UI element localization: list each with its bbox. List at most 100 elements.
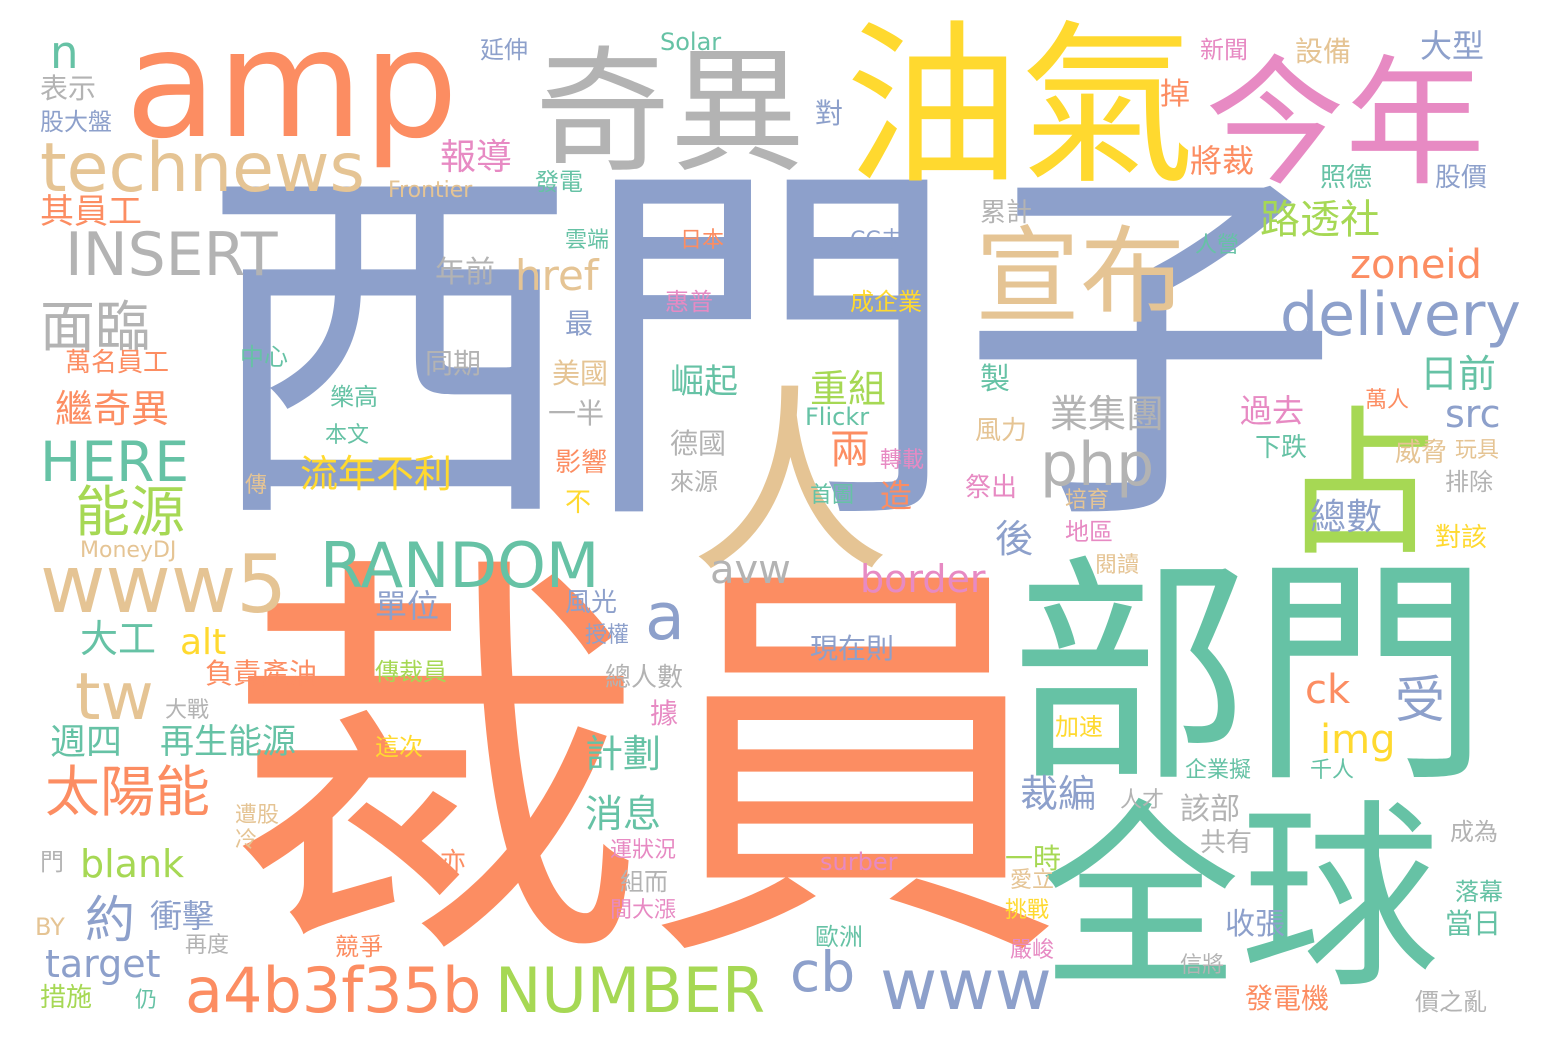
cloud-word: 業集團 [1050,392,1165,436]
cloud-word: 受 [1395,671,1445,729]
cloud-word: INSERT [65,220,278,290]
cloud-word: 再度 [185,933,230,958]
cloud-word: 中心 [240,343,288,371]
cloud-word: cb [790,940,856,1004]
cloud-word: 傳 [245,473,268,498]
cloud-word: n [50,26,79,79]
cloud-word: 後 [995,517,1034,561]
cloud-word: 組而 [620,868,668,896]
cloud-word: Solar [660,28,722,56]
cloud-word: 將裁 [1190,142,1255,180]
cloud-word: 太陽能 [45,760,211,824]
cloud-word: 發電機 [1245,982,1330,1015]
cloud-word: 再生能源 [160,722,296,762]
cloud-word: 單位 [375,587,440,625]
cloud-word: 惠普 [665,288,713,316]
cloud-word: 新聞 [1200,36,1248,64]
cloud-word: 信將 [1180,953,1225,978]
cloud-word: alt [180,622,227,663]
cloud-word: 運狀況 [610,838,677,863]
cloud-word: 遭股 [235,803,280,828]
cloud-word: 造 [880,477,913,515]
cloud-word: 價之亂 [1415,988,1487,1016]
cloud-word: tw [75,660,154,735]
cloud-word: 雲端 [565,228,610,253]
cloud-word: 下跌 [1255,433,1308,463]
cloud-word: blank [80,842,185,886]
cloud-word: 收張 [1225,907,1285,942]
cloud-word: MoneyDJ [80,538,177,563]
cloud-word: 祭出 [965,473,1018,503]
cloud-word: 歐洲 [815,923,863,951]
cloud-word: NUMBER [495,954,766,1027]
cloud-word: 總數 [1310,497,1383,538]
cloud-word: a4b3f35b [185,954,482,1027]
cloud-word: 日前 [1420,352,1497,396]
cloud-word: border [860,557,986,601]
cloud-word: 間大漲 [610,898,677,923]
cloud-word: 最 [565,307,594,340]
cloud-word: 累計 [980,198,1033,228]
cloud-word: 占 [1280,391,1441,578]
cloud-word: 該部 [1180,792,1240,827]
cloud-word: 這次 [375,733,423,761]
cloud-word: 地區 [1065,518,1113,546]
cloud-word: 表示 [40,72,97,105]
cloud-word: 製 [980,362,1010,397]
cloud-word: 授權 [585,623,630,648]
cloud-word: 約 [85,891,135,949]
cloud-word: src [1445,392,1501,436]
cloud-word: zoneid [1350,242,1482,288]
cloud-word: 措施 [40,983,93,1013]
cloud-word: 加速 [1055,713,1103,741]
cloud-word: CC未 [850,228,903,253]
cloud-word: 流年不利 [300,452,453,496]
cloud-word: 設備 [1295,35,1352,68]
cloud-word: 裁編 [1020,772,1097,816]
cloud-word: 年前 [435,255,495,290]
cloud-word: Frontier [388,178,473,203]
cloud-word: 衝擊 [150,897,215,935]
cloud-word: 萬人 [1365,388,1410,413]
cloud-word: 閱讀 [1095,553,1140,578]
word-cloud: 西門子 裁員 部門 全球 油氣 amp 奇異 今年 人 占 宣布 technew… [0,0,1548,1052]
cloud-word: 消息 [585,792,662,836]
cloud-word: 股大盤 [40,108,112,136]
cloud-word: 面臨 [40,295,151,359]
cloud-word: 冷 [235,828,258,853]
cloud-word: 挑戰 [1005,898,1050,923]
cloud-word: 愛立 [1010,868,1055,893]
cloud-word: 崛起 [670,362,738,402]
cloud-word: 兩 [830,427,870,473]
cloud-word: target [45,942,161,986]
cloud-word: 德國 [670,427,727,460]
cloud-word: 培育 [1065,488,1110,513]
cloud-word: 大型 [1420,27,1485,65]
cloud-word: RANDOM [320,529,600,602]
cloud-word: 美國 [552,357,609,390]
cloud-word: 成企業 [850,288,922,316]
cloud-word: 一半 [548,397,605,430]
cloud-word: 亦 [440,848,467,878]
cloud-word: 奇異 [535,34,805,191]
cloud-word: 萬名員工 [65,348,170,378]
cloud-word: 延伸 [480,36,528,64]
cloud-word: 負責產油 [205,657,318,690]
cloud-word: avw [710,547,791,593]
cloud-word: 本文 [325,423,370,448]
cloud-word: 首圖 [810,483,855,508]
cloud-word: a [645,580,685,655]
cloud-word: 能源 [75,480,186,544]
cloud-word: 落幕 [1455,878,1503,906]
cloud-word: 過去 [1240,392,1305,430]
cloud-word: 人營 [1195,233,1240,258]
cloud-word: 成為 [1450,818,1498,846]
cloud-word: 嚴峻 [1010,938,1055,963]
cloud-word: 大戰 [165,698,210,723]
cloud-word: 大工 [80,617,157,661]
cloud-word: 路透社 [1260,197,1380,243]
cloud-word: 計劃 [585,732,662,776]
cloud-word: 報導 [440,137,513,178]
cloud-word: 排除 [1445,468,1493,496]
cloud-word: 共有 [1200,828,1253,858]
